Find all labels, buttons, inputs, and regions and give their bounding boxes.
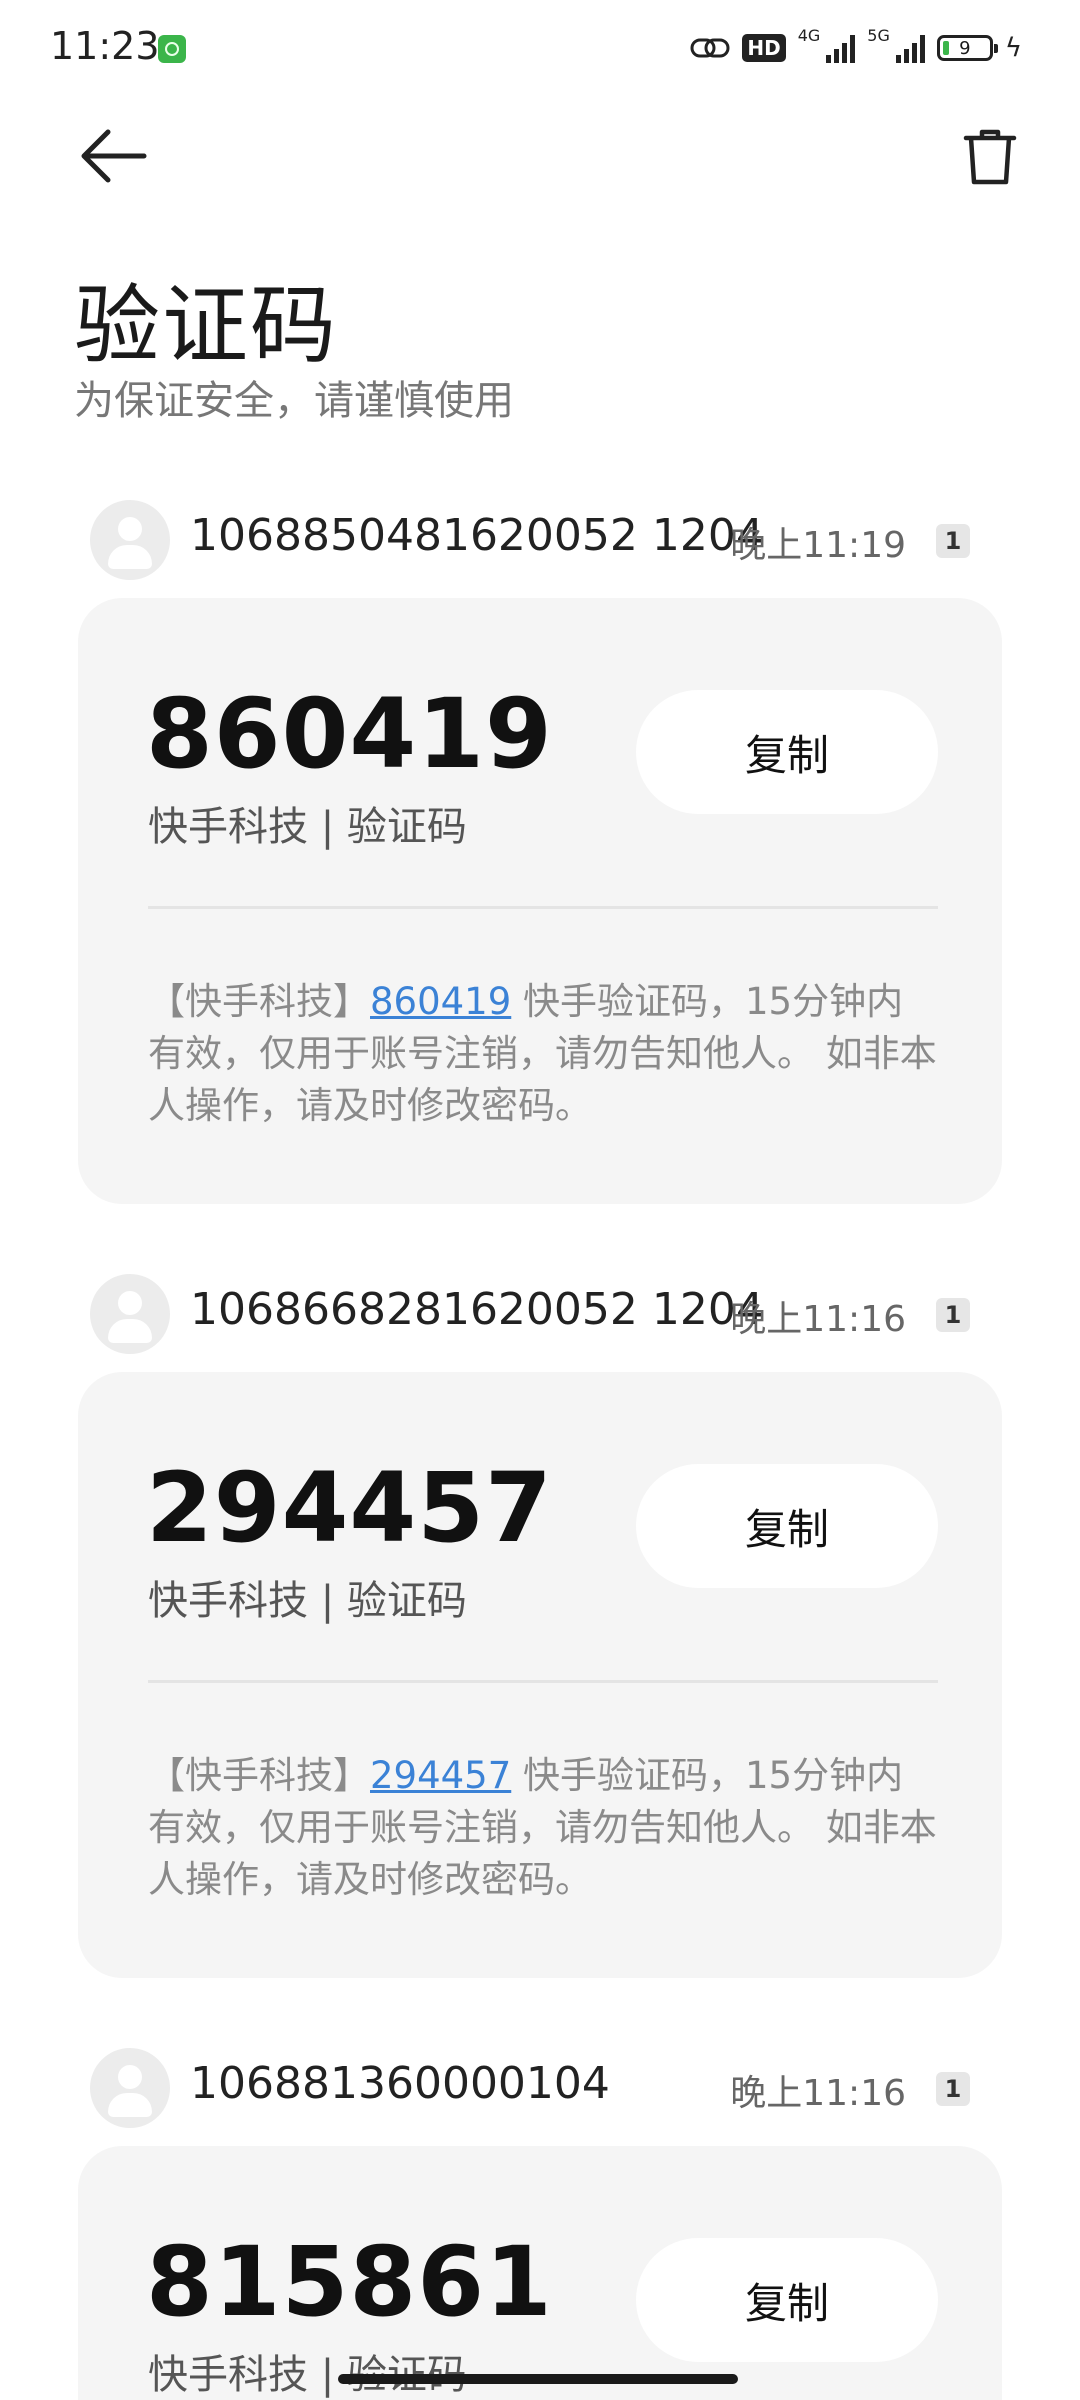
contact-avatar-icon <box>90 500 170 580</box>
message-body: 【快手科技】860419 快手验证码，15分钟内有效，仅用于账号注销，请勿告知他… <box>148 976 938 1132</box>
message-body-prefix: 【快手科技】 <box>148 1754 370 1797</box>
code-source-label: 快手科技 | 验证码 <box>148 1578 467 1624</box>
contact-avatar-icon <box>90 1274 170 1354</box>
link-icon <box>690 38 730 58</box>
copy-button[interactable]: 复制 <box>636 2238 938 2362</box>
page-subtitle: 为保证安全，请谨慎使用 <box>74 378 514 424</box>
network-type-2: 5G <box>867 26 890 45</box>
sim-badge: 1 <box>936 2072 970 2106</box>
page-title: 验证码 <box>74 276 338 376</box>
signal-strength-2-icon <box>895 33 925 63</box>
sender-number: 106881360000104 <box>190 2058 610 2109</box>
battery-icon: 9 <box>936 35 998 61</box>
message-body: 【快手科技】294457 快手验证码，15分钟内有效，仅用于账号注销，请勿告知他… <box>148 1750 938 1906</box>
charging-icon: ϟ <box>1004 33 1022 63</box>
battery-level: 9 <box>959 37 971 59</box>
verification-code: 294457 <box>146 1452 553 1564</box>
code-source-label: 快手科技 | 验证码 <box>148 2352 467 2398</box>
network-type-1: 4G <box>797 26 821 45</box>
copy-button[interactable]: 复制 <box>636 690 938 814</box>
message-code-link[interactable]: 294457 <box>370 1754 511 1797</box>
home-indicator[interactable] <box>338 2374 738 2384</box>
status-indicators: HD 4G 5G 9 ϟ <box>690 26 1022 68</box>
verification-card[interactable]: 815861 快手科技 | 验证码 复制 <box>78 2146 1002 2400</box>
contact-avatar-icon <box>90 2048 170 2128</box>
sim-badge: 1 <box>936 1298 970 1332</box>
sim-badge: 1 <box>936 524 970 558</box>
card-divider <box>148 906 938 909</box>
message-time: 晚上11:16 <box>730 2073 906 2114</box>
message-header: 106881360000104 晚上11:16 1 <box>90 2048 990 2128</box>
message-code-link[interactable]: 860419 <box>370 980 511 1023</box>
hd-voice-badge: HD <box>742 34 786 62</box>
sender-number: 1068668281620052 1204 <box>190 1284 764 1335</box>
message-body-prefix: 【快手科技】 <box>148 980 370 1023</box>
app-notification-icon <box>158 35 186 63</box>
verification-card[interactable]: 860419 快手科技 | 验证码 复制 【快手科技】860419 快手验证码，… <box>78 598 1002 1204</box>
verification-code: 860419 <box>146 678 553 790</box>
status-bar: 11:23 HD 4G 5G 9 ϟ <box>0 0 1080 96</box>
copy-button[interactable]: 复制 <box>636 1464 938 1588</box>
code-source-label: 快手科技 | 验证码 <box>148 804 467 850</box>
verification-card[interactable]: 294457 快手科技 | 验证码 复制 【快手科技】294457 快手验证码，… <box>78 1372 1002 1978</box>
message-time: 晚上11:16 <box>730 1299 906 1340</box>
message-header: 1068668281620052 1204 晚上11:16 1 <box>90 1274 990 1354</box>
message-header: 1068850481620052 1204 晚上11:19 1 <box>90 500 990 580</box>
verification-code: 815861 <box>146 2226 553 2338</box>
signal-strength-1-icon <box>826 33 856 63</box>
status-time: 11:23 <box>50 24 160 68</box>
sender-number: 1068850481620052 1204 <box>190 510 764 561</box>
card-divider <box>148 1680 938 1683</box>
back-arrow-icon[interactable] <box>78 124 148 188</box>
delete-trash-icon[interactable] <box>958 124 1022 188</box>
message-time: 晚上11:19 <box>730 525 906 566</box>
